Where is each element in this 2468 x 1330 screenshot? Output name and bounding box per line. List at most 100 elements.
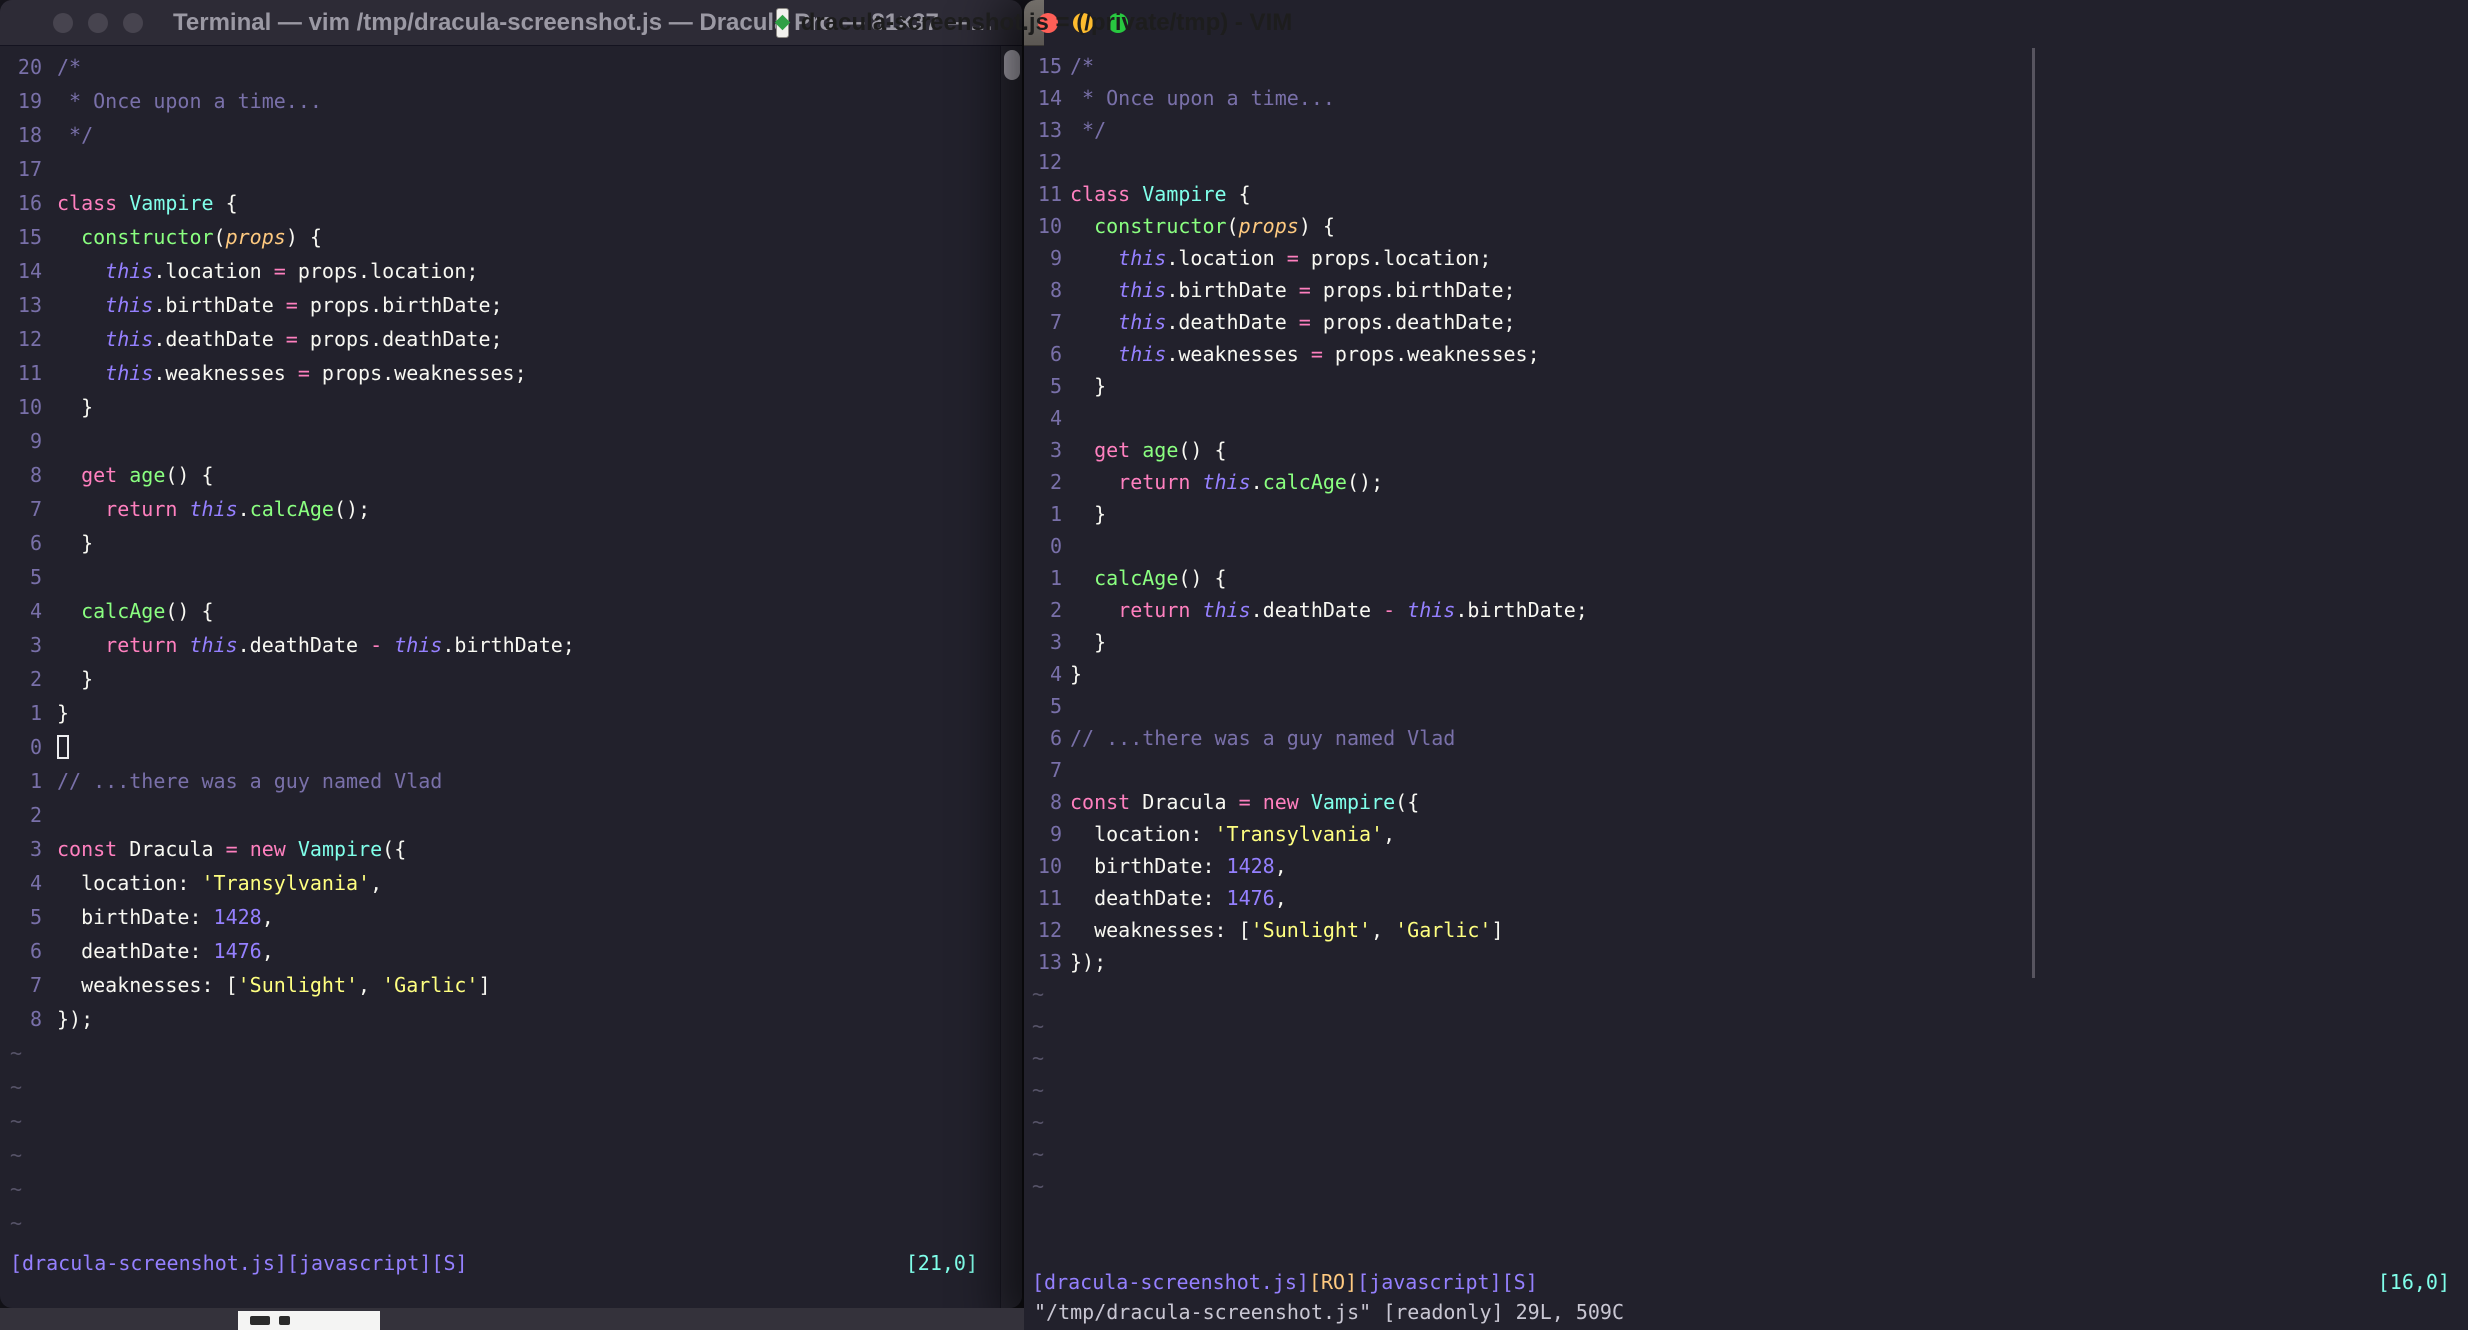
- line-number: 17: [17, 157, 42, 181]
- line-number: 19: [17, 89, 42, 113]
- code-line: 10 }: [0, 390, 1022, 424]
- code-line: 18 */: [0, 118, 1022, 152]
- code-line: 7 weaknesses: ['Sunlight', 'Garlic']: [0, 968, 1022, 1002]
- line-number: 1: [1049, 502, 1062, 526]
- line-number: 8: [29, 1007, 42, 1031]
- code-line: 10 birthDate: 1428,: [1024, 850, 2468, 882]
- minimize-button[interactable]: [88, 12, 108, 33]
- line-number: 0: [1049, 534, 1062, 558]
- scrollbar-thumb[interactable]: [1003, 50, 1020, 80]
- document-icon: [775, 7, 789, 38]
- statusline-segment: [javascript][S]: [1357, 1270, 1538, 1294]
- tilde-line: ~: [1032, 1078, 1045, 1102]
- statusline-segment: [dracula-screenshot.js]: [1032, 1270, 1309, 1294]
- tilde-line: ~: [1032, 1046, 1045, 1070]
- code-line: 2 return this.calcAge();: [1024, 466, 2468, 498]
- line-number: 7: [29, 973, 42, 997]
- line-number: 4: [1049, 662, 1062, 686]
- line-number: 12: [1037, 150, 1062, 174]
- code-line: 7 this.deathDate = props.deathDate;: [1024, 306, 2468, 338]
- code-line: 3 const Dracula = new Vampire({: [0, 832, 1022, 866]
- title-group: dracula-screenshot.js = (/private/tmp) -…: [775, 0, 1292, 45]
- tilde-line: ~: [10, 1211, 23, 1235]
- zoom-button[interactable]: [123, 12, 143, 33]
- line-number: 9: [1049, 246, 1062, 270]
- tilde-line: ~: [1032, 1142, 1045, 1166]
- line-number: 11: [1037, 182, 1062, 206]
- traffic-lights: [53, 12, 143, 33]
- line-number: 1: [1049, 566, 1062, 590]
- line-number: 6: [1049, 726, 1062, 750]
- code-line: 11 deathDate: 1476,: [1024, 882, 2468, 914]
- line-number: 18: [17, 123, 42, 147]
- line-number: 14: [1037, 86, 1062, 110]
- line-number: 13: [1037, 950, 1062, 974]
- code-line: 12 this.deathDate = props.deathDate;: [0, 322, 1022, 356]
- macvim-statusline: [dracula-screenshot.js][RO][javascript][…: [1024, 1266, 2468, 1299]
- code-line: 15/*: [1024, 50, 2468, 82]
- code-line: 9: [0, 424, 1022, 458]
- statusline-file-info: [dracula-screenshot.js][RO][javascript][…: [1032, 1266, 1538, 1299]
- code-line: 9 location: 'Transylvania',: [1024, 818, 2468, 850]
- macvim-message-line: "/tmp/dracula-screenshot.js" [readonly] …: [1034, 1300, 1625, 1324]
- code-line: 0: [1024, 530, 2468, 562]
- code-line: 7: [1024, 754, 2468, 786]
- code-line: 0: [0, 730, 1022, 764]
- window-title: dracula-screenshot.js = (/private/tmp) -…: [800, 8, 1293, 36]
- code-line: 5 birthDate: 1428,: [0, 900, 1022, 934]
- line-number: 9: [1049, 822, 1062, 846]
- code-line: 7 return this.calcAge();: [0, 492, 1022, 526]
- code-line: 8 this.birthDate = props.birthDate;: [1024, 274, 2468, 306]
- line-number: 5: [1049, 374, 1062, 398]
- background-mark: [279, 1316, 290, 1325]
- code-line: 1 calcAge() {: [1024, 562, 2468, 594]
- line-number: 6: [1049, 342, 1062, 366]
- code-line: 2 return this.deathDate - this.birthDate…: [1024, 594, 2468, 626]
- line-number: 7: [1049, 758, 1062, 782]
- screen: Terminal — vim /tmp/dracula-screenshot.j…: [0, 0, 2468, 1330]
- code-line: 5: [0, 560, 1022, 594]
- macvim-buffer[interactable]: 15/* 14 * Once upon a time... 13 */12 11 cla…: [1024, 46, 2468, 1266]
- line-number: 3: [1049, 630, 1062, 654]
- code-line: 16 class Vampire {: [0, 186, 1022, 220]
- terminal-buffer[interactable]: 20/* 19 * Once upon a time... 18 */17 16 cla…: [0, 46, 1022, 1246]
- code-line: 8});: [0, 1002, 1022, 1036]
- line-number: 14: [17, 259, 42, 283]
- code-line: 2 }: [0, 662, 1022, 696]
- macvim-titlebar: dracula-screenshot.js = (/private/tmp) -…: [775, 0, 1292, 46]
- line-number: 5: [1049, 694, 1062, 718]
- line-number: 4: [29, 871, 42, 895]
- tilde-line: ~: [1032, 982, 1045, 1006]
- code-line: 19 * Once upon a time...: [0, 84, 1022, 118]
- tilde-line: ~: [10, 1041, 23, 1065]
- statusline-cursor-position: [16,0]: [2377, 1270, 2450, 1294]
- line-number: 5: [29, 905, 42, 929]
- line-number: 6: [29, 939, 42, 963]
- tilde-line: ~: [10, 1109, 23, 1133]
- line-number: 15: [17, 225, 42, 249]
- code-line: 5 }: [1024, 370, 2468, 402]
- scrollbar[interactable]: [1000, 46, 1022, 1308]
- statusline-segment: [RO]: [1308, 1270, 1358, 1294]
- code-line: 13});: [1024, 946, 2468, 978]
- line-number: 0: [29, 735, 42, 759]
- code-line: 17: [0, 152, 1022, 186]
- line-number: 11: [1037, 886, 1062, 910]
- code-line: 12: [1024, 146, 2468, 178]
- line-number: 10: [17, 395, 42, 419]
- line-number: 2: [1049, 470, 1062, 494]
- line-number: 8: [29, 463, 42, 487]
- code-line: 8 get age() {: [0, 458, 1022, 492]
- code-line: 8 const Dracula = new Vampire({: [1024, 786, 2468, 818]
- line-number: 4: [1049, 406, 1062, 430]
- line-number: 12: [1037, 918, 1062, 942]
- code-line: 4 calcAge() {: [0, 594, 1022, 628]
- code-line: 6 this.weaknesses = props.weaknesses;: [1024, 338, 2468, 370]
- tilde-line: ~: [10, 1143, 23, 1167]
- line-number: 11: [17, 361, 42, 385]
- code-line: 1 }: [1024, 498, 2468, 530]
- close-button[interactable]: [53, 12, 73, 33]
- line-number: 3: [29, 837, 42, 861]
- scrollbar-line: [2032, 48, 2035, 978]
- statusline-file-info: [dracula-screenshot.js][javascript][S]: [10, 1251, 468, 1275]
